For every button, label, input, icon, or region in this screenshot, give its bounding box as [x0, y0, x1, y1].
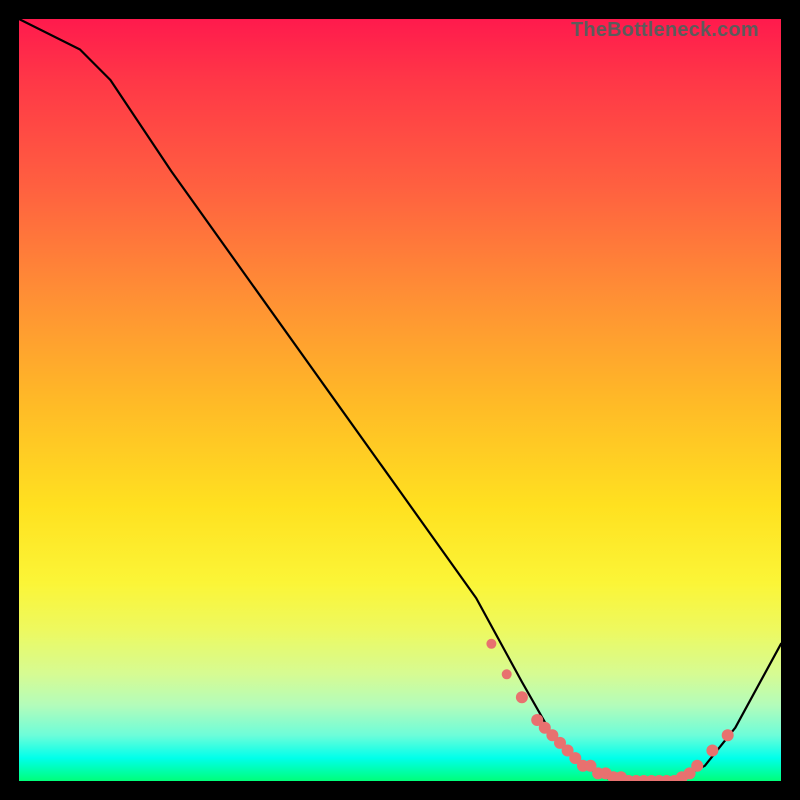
highlight-dot: [516, 691, 528, 703]
highlight-dot: [706, 745, 718, 757]
highlight-dots: [486, 639, 733, 781]
highlight-dot: [722, 729, 734, 741]
curve-line: [19, 19, 781, 781]
chart-area: TheBottleneck.com: [19, 19, 781, 781]
highlight-dot: [502, 669, 512, 679]
highlight-dot: [486, 639, 496, 649]
bottleneck-chart: [19, 19, 781, 781]
highlight-dot: [691, 760, 703, 772]
